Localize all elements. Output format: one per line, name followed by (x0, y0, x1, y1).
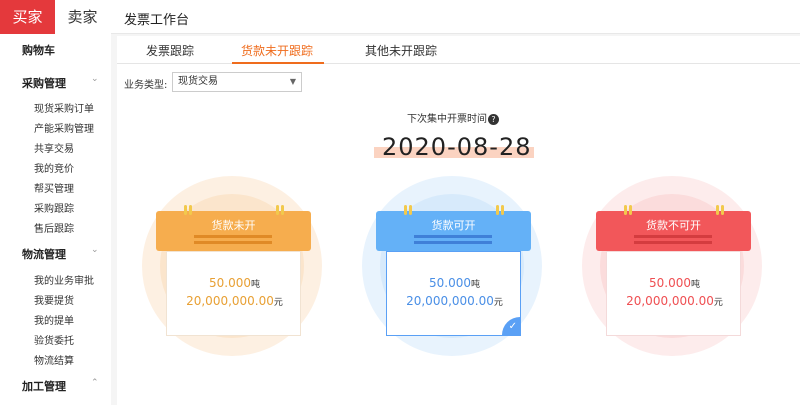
chevron-down-icon: ▼ (289, 77, 296, 86)
card-money-value: 20,000,000.00 (626, 294, 714, 308)
card-payment-invoiceable[interactable]: 货款可开 50.000吨 20,000,000.00元 ✓ (362, 176, 542, 356)
binder-ring-icon (404, 205, 407, 215)
page-title: 发票工作台 (124, 13, 190, 28)
seller-tab[interactable]: 卖家 (55, 0, 110, 34)
card-amount-unit: 吨 (690, 280, 700, 290)
binder-ring-icon (716, 205, 719, 215)
active-tab-indicator (232, 62, 324, 64)
tab-bar: 发票跟踪 货款未开跟踪 其他未开跟踪 (117, 36, 800, 64)
tab-other-uninvoiced[interactable]: 其他未开跟踪 (365, 42, 437, 59)
binder-ring-icon (629, 205, 632, 215)
card-banner: 货款可开 (376, 205, 531, 251)
card-money-value: 20,000,000.00 (186, 294, 274, 308)
card-banner-line (414, 235, 492, 238)
card-money-unit: 元 (493, 298, 503, 308)
card-amount-unit: 吨 (250, 280, 260, 290)
card-ticket: 50.000吨 20,000,000.00元 ✓ (386, 251, 521, 336)
card-amount: 50.000吨 (167, 272, 302, 291)
binder-ring-icon (624, 205, 627, 215)
card-banner-line (634, 241, 712, 244)
card-payment-not-invoiced: 货款未开 50.000吨 20,000,000.00元 (142, 176, 322, 356)
role-tabs: 买家 卖家 (0, 0, 111, 34)
business-type-label: 业务类型: (124, 80, 168, 91)
card-banner-line (194, 241, 272, 244)
chevron-down-icon[interactable]: ⌄ (91, 74, 99, 84)
card-amount: 50.000吨 (607, 272, 742, 291)
card-banner: 货款不可开 (596, 205, 751, 251)
chevron-down-icon[interactable]: ⌄ (91, 245, 99, 255)
sidebar-item[interactable]: 验货委托 (34, 332, 74, 347)
card-amount-value: 50.000 (428, 276, 471, 290)
sidebar-item[interactable]: 产能采购管理 (34, 120, 94, 135)
sidebar-item[interactable]: 物流结算 (34, 352, 74, 367)
binder-ring-icon (501, 205, 504, 215)
next-invoice-label-text: 下次集中开票时间 (407, 114, 487, 125)
sidebar-group-purchase[interactable]: 采购管理 (22, 75, 66, 91)
card-banner-line (194, 235, 272, 238)
card-money: 20,000,000.00元 (167, 290, 302, 309)
binder-ring-icon (184, 205, 187, 215)
sidebar-item[interactable]: 我要提货 (34, 292, 74, 307)
card-banner-line (634, 235, 712, 238)
card-title: 货款未开 (211, 219, 256, 232)
card-money-value: 20,000,000.00 (406, 294, 494, 308)
tab-invoice-tracking[interactable]: 发票跟踪 (146, 42, 194, 59)
card-ticket: 50.000吨 20,000,000.00元 (166, 251, 301, 336)
card-amount-value: 50.000 (648, 276, 691, 290)
card-banner-line (414, 241, 492, 244)
business-type-value: 现货交易 (178, 76, 218, 87)
binder-ring-icon (721, 205, 724, 215)
card-money: 20,000,000.00元 (607, 290, 742, 309)
tab-payment-uninvoiced[interactable]: 货款未开跟踪 (241, 42, 313, 59)
sidebar-item[interactable]: 现货采购订单 (34, 100, 94, 115)
sidebar-item[interactable]: 共享交易 (34, 140, 74, 155)
business-type-select[interactable]: 现货交易 ▼ (172, 72, 302, 92)
card-amount: 50.000吨 (387, 272, 522, 291)
sidebar-item[interactable]: 售后跟踪 (34, 220, 74, 235)
sidebar-group-logistics[interactable]: 物流管理 (22, 246, 66, 262)
card-amount-value: 50.000 (208, 276, 251, 290)
check-icon: ✓ (502, 317, 520, 335)
sidebar-item[interactable]: 我的竞价 (34, 160, 74, 175)
help-icon[interactable]: ? (488, 113, 499, 125)
sidebar-item-cart[interactable]: 购物车 (22, 42, 55, 58)
sidebar-item[interactable]: 帮买管理 (34, 180, 74, 195)
binder-ring-icon (496, 205, 499, 215)
card-banner: 货款未开 (156, 205, 311, 251)
card-money: 20,000,000.00元 (387, 290, 522, 309)
sidebar-item[interactable]: 采购跟踪 (34, 200, 74, 215)
card-title: 货款不可开 (646, 219, 701, 232)
card-amount-unit: 吨 (470, 280, 480, 290)
card-money-unit: 元 (713, 298, 723, 308)
sidebar: 买家 卖家 购物车 采购管理 ⌄ 现货采购订单 产能采购管理 共享交易 我的竞价… (0, 0, 111, 405)
sidebar-group-processing[interactable]: 加工管理 (22, 378, 66, 394)
page-header: 发票工作台 (111, 0, 800, 34)
binder-ring-icon (189, 205, 192, 215)
card-money-unit: 元 (273, 298, 283, 308)
card-title: 货款可开 (431, 219, 476, 232)
binder-ring-icon (409, 205, 412, 215)
card-payment-not-invoiceable: 货款不可开 50.000吨 20,000,000.00元 (582, 176, 762, 356)
main-panel: 发票跟踪 货款未开跟踪 其他未开跟踪 业务类型: 现货交易 ▼ 下次集中开票时间… (117, 36, 800, 405)
sidebar-item[interactable]: 我的提单 (34, 312, 74, 327)
next-invoice-label: 下次集中开票时间? (407, 110, 499, 125)
card-ticket: 50.000吨 20,000,000.00元 (606, 251, 741, 336)
buyer-tab[interactable]: 买家 (0, 0, 55, 34)
binder-ring-icon (281, 205, 284, 215)
next-invoice-date: 2020-08-28 (382, 133, 532, 161)
chevron-up-icon[interactable]: ⌃ (91, 378, 99, 388)
binder-ring-icon (276, 205, 279, 215)
sidebar-item[interactable]: 我的业务审批 (34, 272, 94, 287)
